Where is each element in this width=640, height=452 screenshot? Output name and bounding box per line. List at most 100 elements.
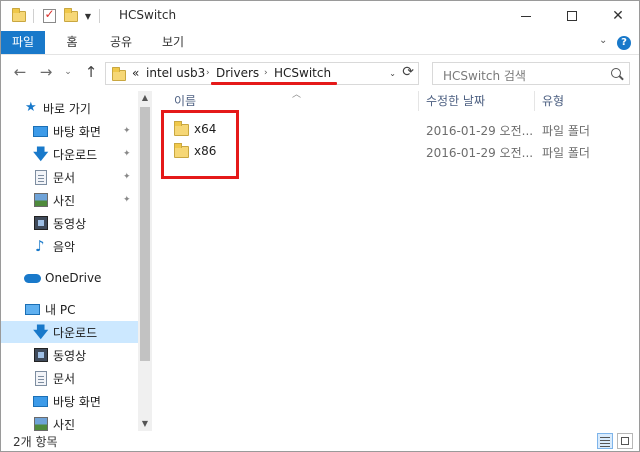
divider [33, 9, 34, 23]
column-divider[interactable] [418, 91, 419, 111]
sidebar-item-label: 바탕 화면 [53, 124, 101, 139]
sidebar-item-pictures-pc[interactable]: 사진 [1, 413, 138, 431]
sidebar-item-label: 사진 [53, 417, 76, 432]
details-view-icon [600, 437, 610, 438]
document-icon [35, 169, 47, 185]
ribbon-tabs: 파일 홈 공유 보기 ⌄ ? [1, 31, 639, 55]
tab-home[interactable]: 홈 [57, 31, 87, 54]
sidebar-scrollbar[interactable]: ▲ ▼ [138, 91, 152, 431]
breadcrumb-overflow[interactable]: « [132, 66, 139, 80]
sidebar-item-pictures[interactable]: 사진 ✦ [1, 189, 138, 211]
sort-ascending-icon: ︿ [292, 90, 302, 100]
scroll-down-icon[interactable]: ▼ [138, 417, 152, 431]
folder-icon [11, 7, 27, 24]
breadcrumb-separator[interactable]: › [206, 68, 210, 78]
sidebar-item-label: 사진 [53, 193, 76, 208]
annotation-highlight-box [161, 110, 239, 179]
pc-icon [25, 303, 40, 315]
window-title: HCSwitch [119, 8, 177, 22]
large-icons-view-button[interactable] [617, 433, 633, 449]
sidebar-item-label: 바탕 화면 [53, 394, 101, 409]
large-icons-view-icon [621, 437, 629, 445]
chevron-down-icon: ⌄ [64, 67, 72, 77]
star-icon: ★ [25, 100, 37, 115]
sidebar-item-documents-pc[interactable]: 문서 [1, 367, 138, 389]
desktop-icon [33, 395, 48, 407]
file-date: 2016-01-29 오전... [426, 146, 534, 160]
forward-button[interactable]: → [35, 62, 57, 82]
sidebar-item-downloads-pc[interactable]: 🡇 다운로드 [1, 321, 138, 343]
sidebar-item-label: 문서 [53, 170, 76, 185]
sidebar-item-onedrive[interactable]: OneDrive [1, 267, 138, 289]
file-date: 2016-01-29 오전... [426, 124, 534, 138]
breadcrumb-separator[interactable]: › [264, 68, 268, 78]
back-button[interactable]: ← [9, 62, 31, 82]
help-icon[interactable]: ? [617, 36, 631, 50]
column-divider[interactable] [534, 91, 535, 111]
tab-share[interactable]: 공유 [101, 31, 141, 54]
tab-view[interactable]: 보기 [153, 31, 193, 54]
scroll-up-icon[interactable]: ▲ [138, 91, 152, 105]
expand-ribbon-icon[interactable]: ⌄ [599, 35, 607, 46]
file-type: 파일 폴더 [542, 146, 590, 160]
column-header-type[interactable]: 유형 [542, 89, 564, 113]
sidebar-item-label: 동영상 [53, 348, 87, 363]
annotation-underline [211, 82, 337, 85]
file-type: 파일 폴더 [542, 124, 590, 138]
properties-icon[interactable] [41, 7, 57, 24]
up-arrow-icon: ↑ [84, 63, 98, 81]
video-icon [34, 348, 48, 362]
breadcrumb-intel-usb3[interactable]: intel usb3 [146, 66, 205, 80]
breadcrumb-drivers[interactable]: Drivers [216, 66, 259, 80]
column-header-date[interactable]: 수정한 날짜 [426, 89, 485, 113]
video-icon [34, 216, 48, 230]
scrollbar-thumb[interactable] [140, 107, 150, 361]
sidebar-item-videos[interactable]: 동영상 [1, 212, 138, 234]
minimize-button[interactable] [503, 1, 549, 31]
sidebar-item-desktop[interactable]: 바탕 화면 ✦ [1, 120, 138, 142]
status-bar: 2개 항목 [1, 431, 639, 451]
refresh-icon[interactable]: ⟳ [402, 64, 414, 80]
new-folder-icon[interactable] [63, 7, 79, 24]
pin-icon[interactable]: ✦ [123, 172, 131, 182]
breadcrumb-hcswitch[interactable]: HCSwitch [274, 66, 331, 80]
details-view-icon [600, 443, 610, 444]
sidebar-item-videos-pc[interactable]: 동영상 [1, 344, 138, 366]
search-box[interactable]: HCSwitch 검색 [432, 62, 630, 85]
sidebar-item-label: 문서 [53, 371, 76, 386]
folder-icon [112, 67, 126, 81]
search-input[interactable]: HCSwitch 검색 [443, 67, 526, 84]
up-button[interactable]: ↑ [81, 62, 101, 82]
divider [99, 9, 100, 23]
address-dropdown-icon[interactable]: ⌄ [389, 69, 396, 78]
tab-file[interactable]: 파일 [1, 31, 45, 54]
sidebar-item-documents[interactable]: 문서 ✦ [1, 166, 138, 188]
navigation-pane: ★ 바로 가기 바탕 화면 ✦ 🡇 다운로드 ✦ 문서 ✦ 사진 ✦ 동영상 ♪… [1, 91, 138, 431]
details-view-button[interactable] [597, 433, 613, 449]
maximize-icon [567, 11, 577, 21]
explorer-window: ▼ HCSwitch ✕ 파일 홈 공유 보기 ⌄ ? ← → ⌄ ↑ « in… [0, 0, 640, 452]
sidebar-item-desktop-pc[interactable]: 바탕 화면 [1, 390, 138, 412]
details-view-icon [600, 446, 610, 447]
sidebar-item-label: 다운로드 [53, 147, 98, 162]
recent-locations-button[interactable]: ⌄ [61, 62, 75, 82]
sidebar-item-this-pc[interactable]: 내 PC [1, 298, 138, 320]
details-view-icon [600, 440, 610, 441]
pipe-divider [103, 8, 113, 24]
sidebar-item-downloads[interactable]: 🡇 다운로드 ✦ [1, 143, 138, 165]
sidebar-item-label: 음악 [53, 239, 76, 254]
item-count: 2개 항목 [13, 435, 58, 449]
download-icon: 🡇 [33, 323, 49, 341]
maximize-button[interactable] [549, 1, 595, 31]
picture-icon [34, 193, 48, 207]
file-list: 이름 ︿ 수정한 날짜 유형 x64 2016-01-29 오전... 파일 폴… [152, 87, 639, 431]
close-button[interactable]: ✕ [595, 1, 639, 31]
sidebar-item-quick-access[interactable]: ★ 바로 가기 [1, 97, 138, 119]
sidebar-item-label: 내 PC [45, 302, 76, 317]
sidebar-item-music[interactable]: ♪ 음악 [1, 235, 138, 257]
search-icon[interactable] [611, 68, 621, 78]
pin-icon[interactable]: ✦ [123, 195, 131, 205]
pin-icon[interactable]: ✦ [123, 126, 131, 136]
pin-icon[interactable]: ✦ [123, 149, 131, 159]
customize-toolbar-icon[interactable]: ▼ [83, 8, 93, 24]
